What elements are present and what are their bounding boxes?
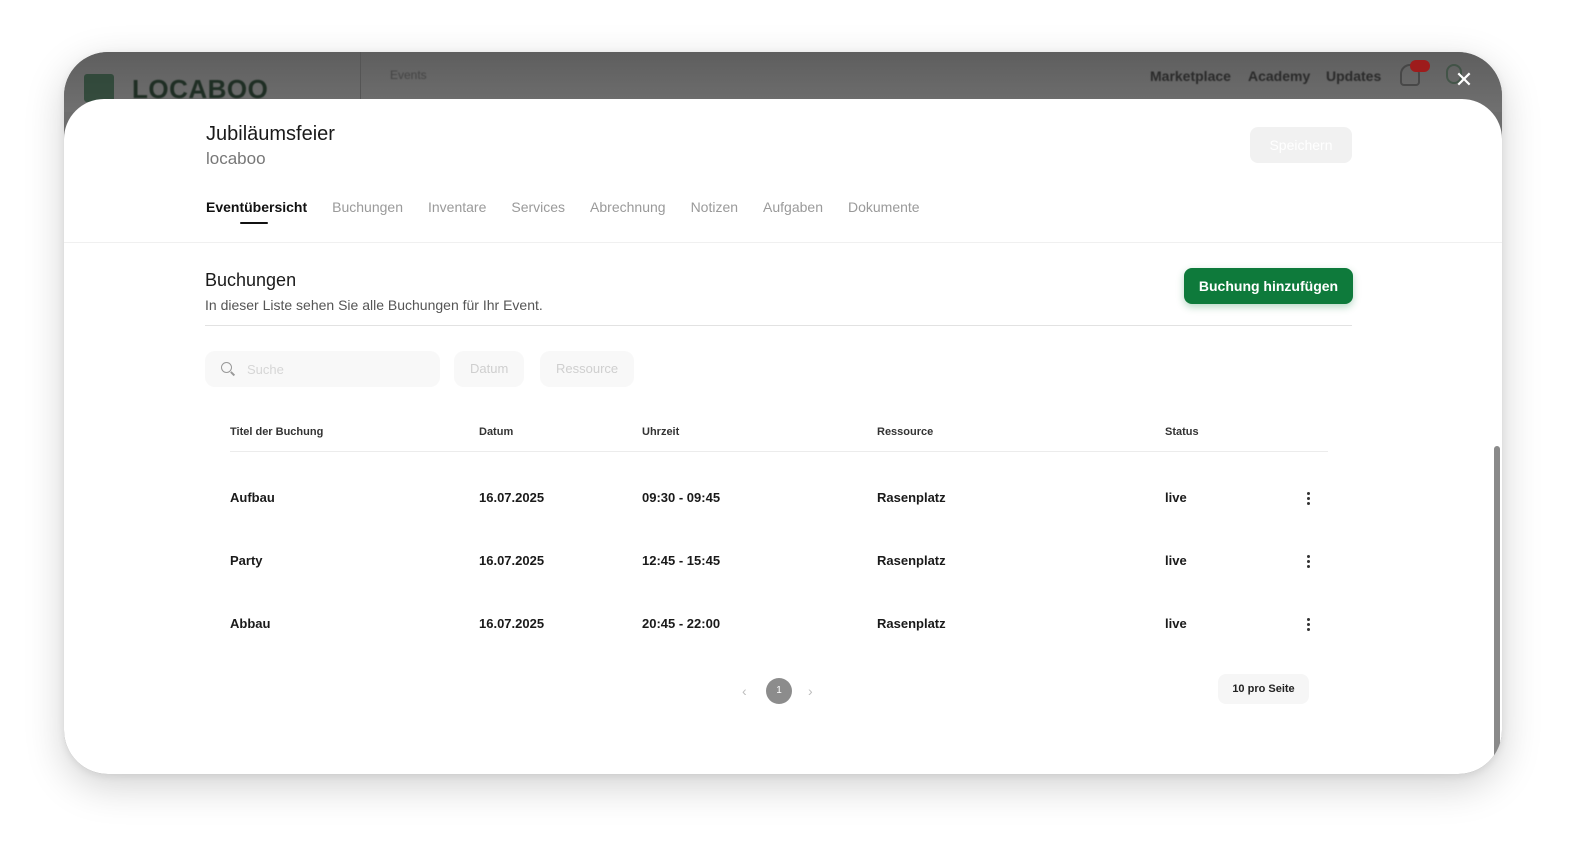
row-date: 16.07.2025 [479, 490, 545, 505]
table-header-divider [230, 451, 1328, 452]
event-modal: Jubiläumsfeier locaboo Speichern Eventüb… [64, 99, 1502, 774]
row-status: live [1165, 616, 1187, 631]
search-input[interactable] [247, 361, 417, 377]
page-title: Jubiläumsfeier [206, 123, 335, 145]
chevron-right-icon[interactable]: › [808, 683, 813, 699]
scrollbar[interactable] [1494, 446, 1500, 761]
nav-academy: Academy [1248, 68, 1311, 84]
row-resource: Rasenplatz [877, 490, 946, 505]
tab-bar: Eventübersicht Buchungen Inventare Servi… [206, 199, 945, 224]
resource-filter[interactable]: Ressource [540, 351, 635, 387]
column-header-resource: Ressource [877, 426, 934, 438]
tab-billing[interactable]: Abrechnung [590, 199, 666, 215]
save-button[interactable]: Speichern [1250, 127, 1352, 163]
nav-marketplace: Marketplace [1150, 68, 1231, 84]
chevron-left-icon[interactable]: ‹ [742, 683, 747, 699]
row-title: Party [230, 553, 263, 568]
section-description: In dieser Liste sehen Sie alle Buchungen… [205, 297, 543, 313]
app-window: LOCABOO Events Marketplace Academy Updat… [64, 52, 1502, 774]
column-header-date: Datum [479, 426, 514, 438]
column-header-title: Titel der Buchung [230, 426, 324, 438]
row-time: 20:45 - 22:00 [642, 616, 721, 631]
nav-updates: Updates [1326, 68, 1382, 84]
date-filter[interactable]: Datum [454, 351, 525, 387]
row-status: live [1165, 553, 1187, 568]
tab-inventory[interactable]: Inventare [428, 199, 486, 215]
more-options-icon[interactable] [1302, 615, 1314, 633]
add-booking-button[interactable]: Buchung hinzufügen [1184, 268, 1353, 304]
per-page-select[interactable]: 10 pro Seite [1218, 674, 1309, 704]
more-options-icon[interactable] [1302, 489, 1314, 507]
breadcrumb: Events [390, 68, 427, 82]
notification-badge [1410, 60, 1430, 72]
row-time: 12:45 - 15:45 [642, 553, 721, 568]
row-status: live [1165, 490, 1187, 505]
page-number-button[interactable]: 1 [766, 678, 792, 704]
search-box [205, 351, 440, 387]
row-title: Aufbau [230, 490, 275, 505]
row-date: 16.07.2025 [479, 616, 545, 631]
tab-event-overview[interactable]: Eventübersicht [206, 199, 307, 224]
search-icon [221, 362, 235, 376]
page-subtitle: locaboo [206, 149, 266, 168]
tab-documents[interactable]: Dokumente [848, 199, 920, 215]
row-resource: Rasenplatz [877, 616, 946, 631]
more-options-icon[interactable] [1302, 552, 1314, 570]
tab-services[interactable]: Services [511, 199, 565, 215]
section-divider [205, 325, 1352, 326]
column-header-time: Uhrzeit [642, 426, 680, 438]
row-time: 09:30 - 09:45 [642, 490, 721, 505]
tab-notes[interactable]: Notizen [691, 199, 738, 215]
tab-tasks[interactable]: Aufgaben [763, 199, 823, 215]
section-title: Buchungen [205, 270, 297, 290]
close-icon[interactable]: ✕ [1450, 66, 1478, 94]
tabs-divider [64, 242, 1502, 243]
tab-bookings[interactable]: Buchungen [332, 199, 403, 215]
row-resource: Rasenplatz [877, 553, 946, 568]
row-title: Abbau [230, 616, 271, 631]
column-header-status: Status [1165, 426, 1199, 438]
logo-mark-icon [84, 74, 114, 102]
row-date: 16.07.2025 [479, 553, 545, 568]
